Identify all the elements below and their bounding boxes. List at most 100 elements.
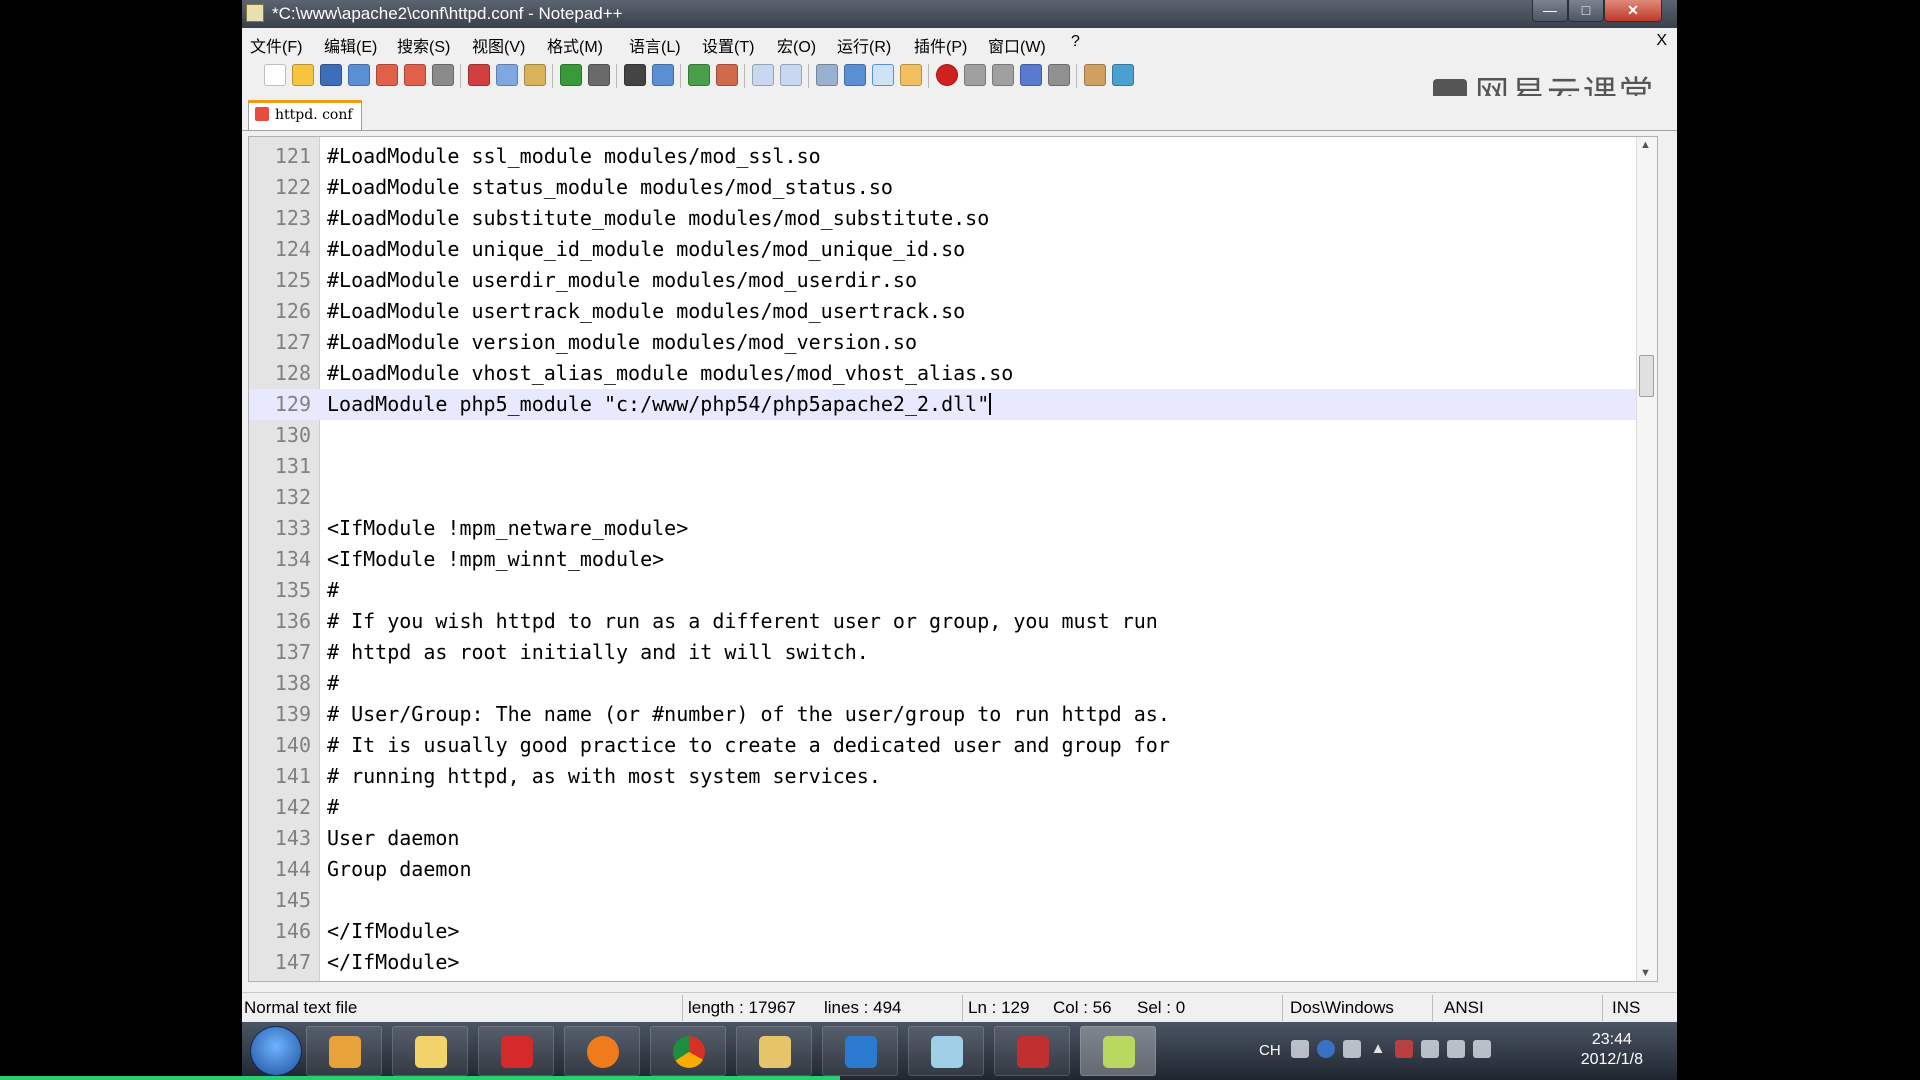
- help-icon[interactable]: [1317, 1040, 1335, 1058]
- menu-search[interactable]: 搜索(S): [397, 33, 450, 57]
- taskbar-app-chrome[interactable]: [650, 1026, 726, 1076]
- action-center-icon[interactable]: [1395, 1040, 1413, 1058]
- maximize-button[interactable]: □: [1568, 0, 1604, 22]
- code-line[interactable]: 124 #LoadModule unique_id_module modules/…: [249, 234, 1639, 265]
- menu-view[interactable]: 视图(V): [472, 33, 525, 57]
- code-line[interactable]: 134 <IfModule !mpm_winnt_module>: [249, 544, 1639, 575]
- code-line[interactable]: 140 # It is usually good practice to crea…: [249, 730, 1639, 761]
- title-bar[interactable]: *C:\www\apache2\conf\httpd.conf - Notepa…: [242, 0, 1677, 28]
- save-icon[interactable]: [320, 64, 342, 86]
- network-signal-icon[interactable]: [1447, 1040, 1465, 1058]
- sync-horizontal-icon[interactable]: [780, 64, 802, 86]
- find-icon[interactable]: [624, 64, 646, 86]
- menu-file[interactable]: 文件(F): [250, 33, 302, 57]
- spell-check-icon[interactable]: [1112, 64, 1134, 86]
- taskbar-app-notepadpp[interactable]: [1080, 1026, 1156, 1076]
- undo-icon[interactable]: [560, 64, 582, 86]
- save-macro-icon[interactable]: [1048, 64, 1070, 86]
- code-line[interactable]: 139 # User/Group: The name (or #number) o…: [249, 699, 1639, 730]
- code-line[interactable]: 138 #: [249, 668, 1639, 699]
- code-line[interactable]: 132: [249, 482, 1639, 513]
- code-line[interactable]: 125 #LoadModule userdir_module modules/mo…: [249, 265, 1639, 296]
- code-line[interactable]: 143 User daemon: [249, 823, 1639, 854]
- taskbar-app-network[interactable]: [822, 1026, 898, 1076]
- code-line[interactable]: 128 #LoadModule vhost_alias_module module…: [249, 358, 1639, 389]
- start-button[interactable]: [250, 1026, 302, 1076]
- zoom-out-icon[interactable]: [716, 64, 738, 86]
- code-line[interactable]: 123 #LoadModule substitute_module modules…: [249, 203, 1639, 234]
- code-line[interactable]: 121 #LoadModule ssl_module modules/mod_ss…: [249, 141, 1639, 172]
- code-line[interactable]: 146 </IfModule>: [249, 916, 1639, 947]
- menu-run[interactable]: 运行(R): [837, 33, 891, 57]
- code-line[interactable]: 135 #: [249, 575, 1639, 606]
- stop-macro-icon[interactable]: [964, 64, 986, 86]
- close-window-button[interactable]: ✕: [1604, 0, 1662, 22]
- code-line[interactable]: 142 #: [249, 792, 1639, 823]
- code-line[interactable]: 133 <IfModule !mpm_netware_module>: [249, 513, 1639, 544]
- code-line[interactable]: 141 # running httpd, as with most system …: [249, 761, 1639, 792]
- show-all-characters-icon[interactable]: [844, 64, 866, 86]
- print-icon[interactable]: [432, 64, 454, 86]
- close-all-icon[interactable]: [404, 64, 426, 86]
- close-file-icon[interactable]: [376, 64, 398, 86]
- zoom-in-icon[interactable]: [688, 64, 710, 86]
- keyboard-icon[interactable]: [1291, 1040, 1309, 1058]
- menu-macro[interactable]: 宏(O): [777, 33, 816, 57]
- code-line[interactable]: 136 # If you wish httpd to run as a diffe…: [249, 606, 1639, 637]
- doc-map-icon[interactable]: [1084, 64, 1106, 86]
- code-line[interactable]: 147 </IfModule>: [249, 947, 1639, 978]
- taskbar-app-firefox[interactable]: [564, 1026, 640, 1076]
- run-macro-multiple-icon[interactable]: [1020, 64, 1042, 86]
- code-line[interactable]: 144 Group daemon: [249, 854, 1639, 885]
- user-defined-language-icon[interactable]: [900, 64, 922, 86]
- redo-icon[interactable]: [588, 64, 610, 86]
- scrollbar-thumb[interactable]: [1639, 355, 1654, 397]
- taskbar-app-metro[interactable]: [306, 1026, 382, 1076]
- taskbar-app-flash[interactable]: [478, 1026, 554, 1076]
- taskbar-app-recorder[interactable]: [994, 1026, 1070, 1076]
- taskbar-app-folder[interactable]: [392, 1026, 468, 1076]
- cut-icon[interactable]: [468, 64, 490, 86]
- show-hidden-icons-icon[interactable]: ▲: [1369, 1040, 1387, 1058]
- menu-window[interactable]: 窗口(W): [988, 33, 1046, 57]
- menu-settings[interactable]: 设置(T): [702, 33, 754, 57]
- play-macro-icon[interactable]: [992, 64, 1014, 86]
- code-line[interactable]: 130: [249, 420, 1639, 451]
- menu-language[interactable]: 语言(L): [629, 33, 681, 57]
- code-line[interactable]: 137 # httpd as root initially and it will…: [249, 637, 1639, 668]
- menu-format[interactable]: 格式(M): [547, 33, 603, 57]
- taskbar-app-editor[interactable]: [908, 1026, 984, 1076]
- scroll-down-icon[interactable]: ▼: [1640, 967, 1651, 979]
- save-all-icon[interactable]: [348, 64, 370, 86]
- input-language-indicator[interactable]: CH: [1259, 1042, 1281, 1059]
- minimize-button[interactable]: —: [1532, 0, 1568, 22]
- close-document-button[interactable]: X: [1656, 32, 1667, 50]
- new-file-icon[interactable]: [264, 64, 286, 86]
- vertical-scrollbar[interactable]: ▲ ▼: [1636, 137, 1657, 981]
- tab-httpd-conf[interactable]: httpd. conf: [248, 100, 362, 130]
- open-file-icon[interactable]: [292, 64, 314, 86]
- menu-help[interactable]: ?: [1071, 33, 1080, 51]
- volume-icon[interactable]: [1473, 1040, 1491, 1058]
- code-line[interactable]: 122 #LoadModule status_module modules/mod…: [249, 172, 1639, 203]
- input-method-icon[interactable]: [1343, 1040, 1361, 1058]
- sync-vertical-icon[interactable]: [752, 64, 774, 86]
- replace-icon[interactable]: [652, 64, 674, 86]
- power-icon[interactable]: [1421, 1040, 1439, 1058]
- copy-icon[interactable]: [496, 64, 518, 86]
- code-line[interactable]: 145: [249, 885, 1639, 916]
- taskbar-app-explorer[interactable]: [736, 1026, 812, 1076]
- scroll-up-icon[interactable]: ▲: [1640, 139, 1651, 151]
- code-line[interactable]: 126 #LoadModule usertrack_module modules/…: [249, 296, 1639, 327]
- record-macro-icon[interactable]: [936, 64, 958, 86]
- word-wrap-icon[interactable]: [816, 64, 838, 86]
- paste-icon[interactable]: [524, 64, 546, 86]
- code-line[interactable]: 131: [249, 451, 1639, 482]
- text-editor[interactable]: 121 #LoadModule ssl_module modules/mod_ss…: [248, 136, 1658, 982]
- code-line[interactable]: 127 #LoadModule version_module modules/mo…: [249, 327, 1639, 358]
- menu-plugins[interactable]: 插件(P): [914, 33, 967, 57]
- code-line[interactable]: 129 LoadModule php5_module "c:/www/php54/…: [249, 389, 1639, 420]
- menu-edit[interactable]: 编辑(E): [324, 33, 377, 57]
- indent-guide-icon[interactable]: [872, 64, 894, 86]
- clock[interactable]: 23:44 2012/1/8: [1581, 1030, 1643, 1070]
